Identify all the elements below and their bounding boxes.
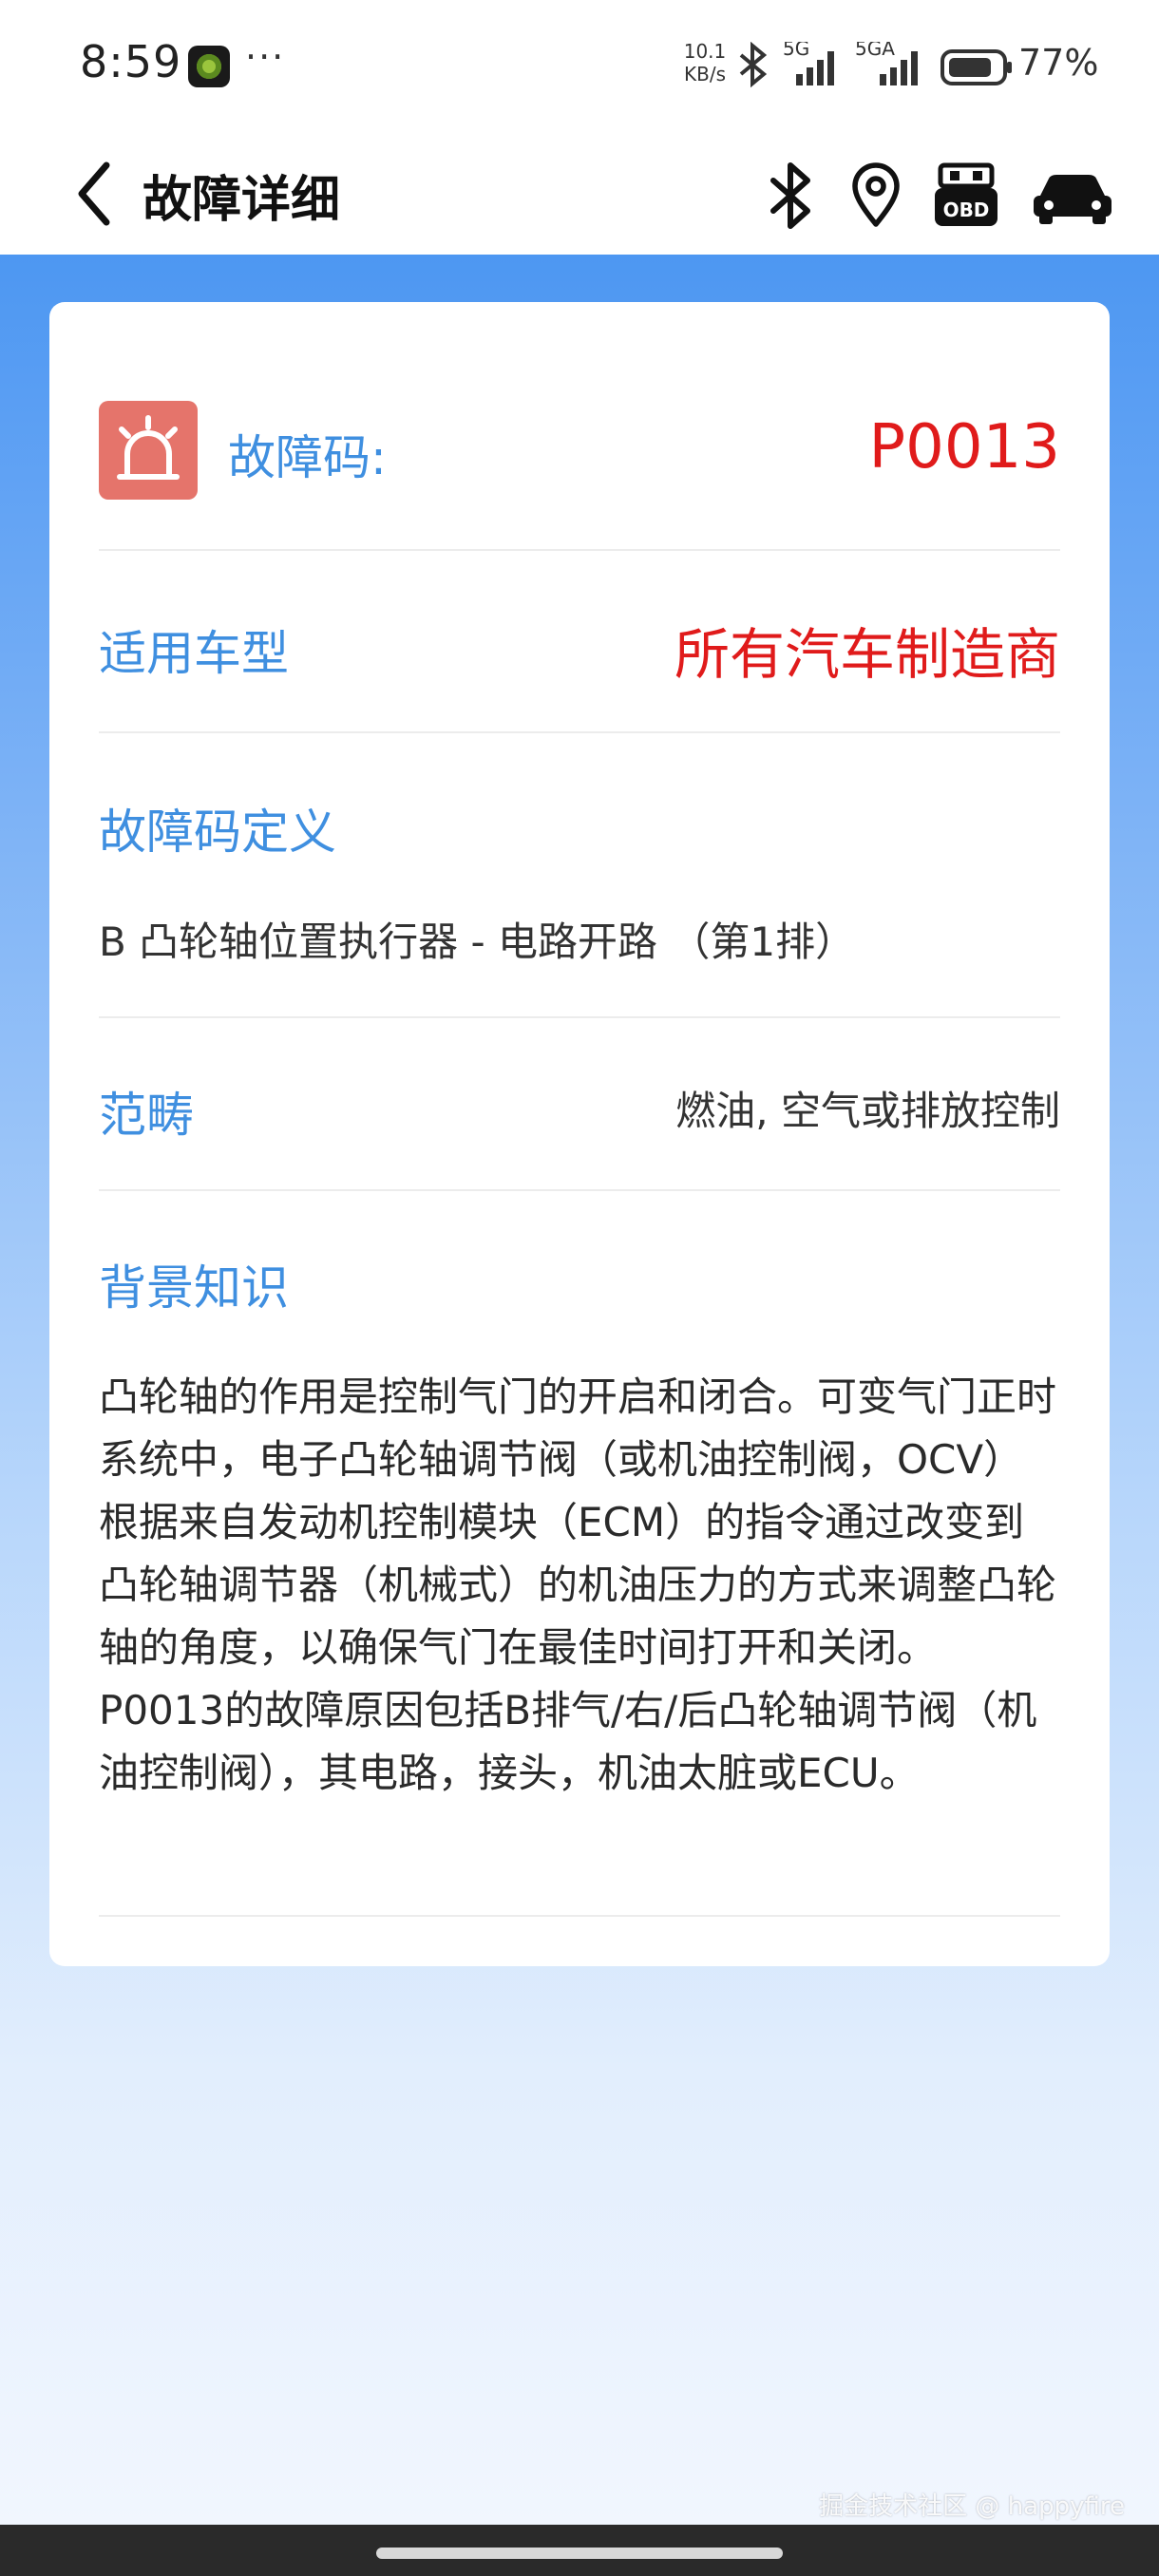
net-speed: 10.1 KB/s xyxy=(680,40,730,85)
scope-label: 范畴 xyxy=(99,1088,194,1143)
watermark: 掘金技术社区 @ happyfire xyxy=(819,2492,1125,2521)
background-text: 凸轮轴的作用是控制气门的开启和闭合。可变气门正时系统中，电子凸轮轴调节阀（或机油… xyxy=(99,1373,1057,1796)
obd-label: OBD xyxy=(943,199,990,221)
fault-code-label: 故障码: xyxy=(228,430,387,485)
app-notification-icon xyxy=(188,46,230,87)
divider xyxy=(99,1189,1060,1191)
vehicle-model-label: 适用车型 xyxy=(99,626,289,681)
fault-detail-card: 故障码: P0013 适用车型 所有汽车制造商 故障码定义 B 凸轮轴位置执行器… xyxy=(49,302,1110,1966)
bluetooth-button[interactable] xyxy=(766,161,819,234)
divider xyxy=(99,1915,1060,1917)
scope-value: 燃油, 空气或排放控制 xyxy=(675,1088,1060,1134)
back-icon xyxy=(78,161,110,226)
back-button[interactable] xyxy=(68,156,125,232)
home-indicator[interactable] xyxy=(376,2548,783,2559)
battery-percent: 77% xyxy=(1018,42,1099,84)
signal1-label: 5G xyxy=(783,42,809,60)
status-time: 8:59 xyxy=(80,36,182,87)
system-nav-bar xyxy=(0,2525,1159,2576)
net-speed-value: 10.1 xyxy=(683,40,727,63)
location-button[interactable] xyxy=(849,161,902,234)
divider xyxy=(99,549,1060,551)
status-bar: 8:59 ··· 10.1 KB/s 5G 5GA 77% xyxy=(0,0,1159,133)
car-icon xyxy=(1034,175,1112,224)
car-button[interactable] xyxy=(1032,161,1113,234)
fault-code-value: P0013 xyxy=(868,412,1060,483)
obd-button[interactable]: OBD xyxy=(933,161,999,234)
bluetooth-icon xyxy=(770,162,810,229)
alarm-icon xyxy=(99,401,198,500)
header: 故障详细 OBD xyxy=(0,133,1159,255)
battery-icon xyxy=(940,49,1012,85)
definition-label: 故障码定义 xyxy=(99,805,336,860)
status-icons: 5G 5GA xyxy=(737,37,1018,93)
status-bluetooth-icon xyxy=(739,41,768,88)
background-label: 背景知识 xyxy=(99,1260,289,1316)
net-speed-unit: KB/s xyxy=(684,63,726,85)
obd-icon: OBD xyxy=(935,162,998,226)
divider xyxy=(99,731,1060,733)
page-title: 故障详细 xyxy=(142,172,341,229)
vehicle-model-value: 所有汽车制造商 xyxy=(674,622,1060,687)
divider xyxy=(99,1016,1060,1018)
more-notifications-icon: ··· xyxy=(245,36,286,78)
status-icons-svg: 5G 5GA xyxy=(739,37,1012,88)
location-icon xyxy=(852,162,900,227)
signal2-label: 5GA xyxy=(855,42,895,60)
definition-text: B 凸轮轴位置执行器 - 电路开路 （第1排） xyxy=(99,919,856,965)
screen: 8:59 ··· 10.1 KB/s 5G 5GA 77% 故障详细 OBD 故… xyxy=(0,0,1159,2576)
alarm-light-icon xyxy=(117,415,180,480)
